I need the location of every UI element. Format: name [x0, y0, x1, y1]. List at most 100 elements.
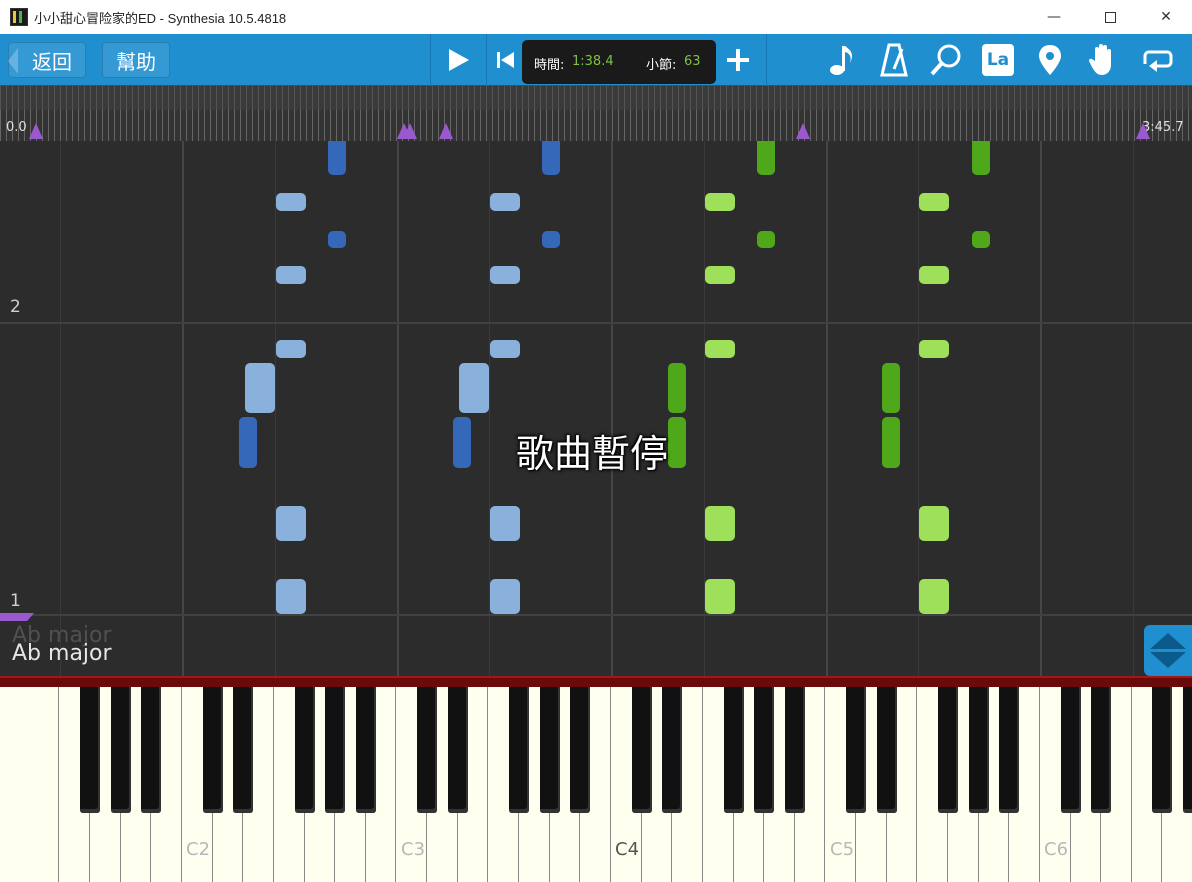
black-key[interactable]	[1183, 687, 1192, 813]
note	[919, 506, 949, 541]
toolbar-separator	[766, 34, 767, 86]
location-pin-icon[interactable]	[1028, 38, 1072, 82]
maximize-icon	[1104, 11, 1116, 23]
black-key[interactable]	[1091, 687, 1112, 813]
key-line	[1133, 141, 1134, 676]
note	[542, 141, 560, 175]
black-key[interactable]	[80, 687, 101, 813]
loop-icon[interactable]	[1134, 38, 1178, 82]
key-change-marker	[0, 613, 34, 621]
black-key[interactable]	[938, 687, 958, 813]
black-key[interactable]	[447, 687, 468, 813]
note	[757, 231, 775, 248]
octave-label: C5	[830, 839, 855, 860]
window-title: 小小甜心冒险家的ED - Synthesia 10.5.4818	[34, 10, 287, 26]
timeline-start-label: 0.0	[6, 120, 27, 135]
title-bar: 小小甜心冒险家的ED - Synthesia 10.5.4818 — ✕	[0, 0, 1192, 34]
time-label: 時間:	[534, 58, 565, 73]
octave-line	[397, 141, 399, 676]
black-key[interactable]	[723, 687, 744, 813]
black-key[interactable]	[325, 687, 346, 813]
note	[919, 193, 949, 211]
black-key[interactable]	[876, 687, 897, 813]
note	[459, 363, 489, 413]
maximize-button[interactable]	[1082, 0, 1138, 34]
bookmark-marker[interactable]	[796, 123, 810, 139]
music-note-icon[interactable]	[820, 38, 864, 82]
black-key[interactable]	[570, 687, 591, 813]
keyboard-scroll-button[interactable]	[1144, 625, 1192, 676]
note	[919, 340, 949, 358]
note	[705, 266, 735, 284]
add-icon[interactable]	[716, 38, 760, 82]
note	[328, 231, 346, 248]
note	[972, 141, 990, 175]
black-key[interactable]	[202, 687, 223, 813]
bookmark-marker[interactable]	[1136, 123, 1150, 139]
note	[705, 193, 735, 211]
black-key[interactable]	[294, 687, 315, 813]
key-signature: Ab major	[12, 641, 112, 666]
black-key[interactable]	[509, 687, 530, 813]
black-key[interactable]	[784, 687, 805, 813]
note	[239, 417, 257, 468]
octave-label: C2	[186, 839, 211, 860]
back-button[interactable]: 返回	[8, 42, 86, 78]
black-key[interactable]	[417, 687, 438, 813]
measure-number: 1	[10, 591, 21, 611]
note	[490, 266, 520, 284]
octave-line	[182, 141, 184, 676]
octave-label: C3	[401, 839, 426, 860]
black-key[interactable]	[631, 687, 652, 813]
measure-line	[0, 614, 1192, 616]
la-solfege-icon[interactable]: La	[982, 44, 1014, 76]
help-button[interactable]: 幫助	[102, 42, 170, 78]
black-key[interactable]	[1060, 687, 1081, 813]
note	[490, 579, 520, 614]
hand-icon[interactable]	[1080, 38, 1124, 82]
key-line	[60, 141, 61, 676]
octave-line	[611, 141, 613, 676]
skip-to-start-icon[interactable]	[490, 38, 520, 82]
octave-label: C6	[1044, 839, 1069, 860]
black-key[interactable]	[110, 687, 131, 813]
note	[490, 340, 520, 358]
note	[972, 231, 990, 248]
bookmark-marker[interactable]	[403, 123, 417, 139]
note	[668, 363, 686, 413]
toolbar-separator	[430, 34, 431, 86]
piano-keyboard[interactable]: C2 C3 C4 C5 C6	[0, 687, 1192, 882]
note	[276, 506, 306, 541]
note	[276, 266, 306, 284]
play-icon[interactable]	[436, 38, 480, 82]
black-key[interactable]	[233, 687, 254, 813]
note	[882, 363, 900, 413]
note	[490, 193, 520, 211]
black-key[interactable]	[1152, 687, 1173, 813]
keyboard-top-rail	[0, 676, 1192, 687]
black-key[interactable]	[539, 687, 560, 813]
black-key[interactable]	[846, 687, 867, 813]
black-key[interactable]	[754, 687, 775, 813]
note	[919, 579, 949, 614]
measure-value: 63	[684, 54, 701, 69]
white-key[interactable]	[28, 687, 60, 882]
black-key[interactable]	[355, 687, 376, 813]
note	[276, 193, 306, 211]
bookmark-marker[interactable]	[439, 123, 453, 139]
octave-label: C4	[615, 839, 640, 860]
falling-notes-area[interactable]: 2 1 歌曲暫停 Ab major Ab major	[0, 141, 1192, 676]
magnifier-icon[interactable]	[924, 38, 968, 82]
metronome-icon[interactable]	[872, 38, 916, 82]
bookmark-marker[interactable]	[29, 123, 43, 139]
black-key[interactable]	[141, 687, 162, 813]
note	[919, 266, 949, 284]
black-key[interactable]	[999, 687, 1020, 813]
black-key[interactable]	[968, 687, 989, 813]
time-display: 時間: 1:38.4 小節: 63	[522, 40, 716, 84]
minimize-button[interactable]: —	[1026, 0, 1082, 34]
note	[245, 363, 275, 413]
note	[328, 141, 346, 175]
close-button[interactable]: ✕	[1138, 0, 1192, 34]
black-key[interactable]	[662, 687, 683, 813]
